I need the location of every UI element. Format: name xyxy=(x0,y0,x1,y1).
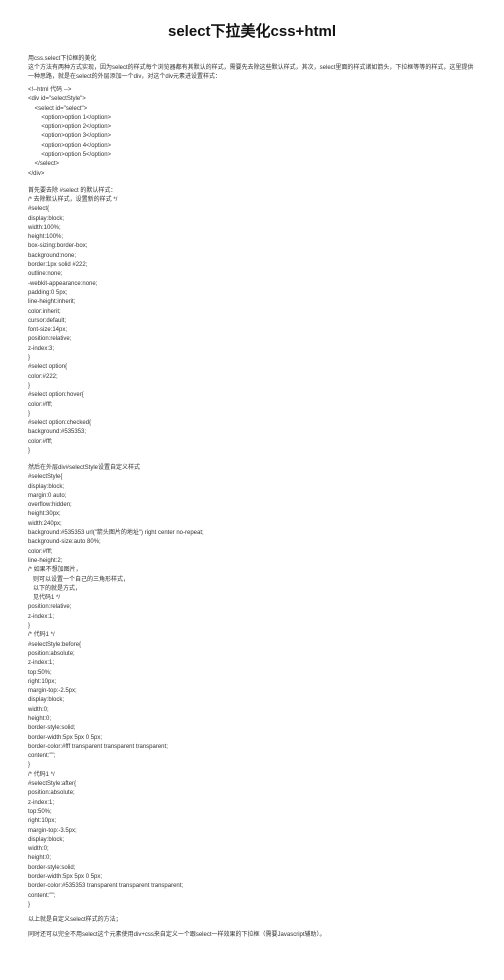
code-block-select-reset: /* 去除默认样式，设置新的样式 */ #select{ display:blo… xyxy=(28,196,476,456)
code-block-html: <!--html 代码 --> <div id="selectStyle"> <… xyxy=(28,86,476,179)
code-block-selectstyle: #selectStyle{ display:block; margin:0 au… xyxy=(28,473,476,910)
subheading-2: 首先要去除 #select 的默认样式： xyxy=(28,185,476,194)
page-title: select下拉美化css+html xyxy=(28,20,476,41)
closing-1: 以上就是自定义select样式的方法； xyxy=(28,916,476,925)
closing-2: 同时还可以完全不用select这个元素使用div+css来自定义一个跟selec… xyxy=(28,931,476,940)
subheading-3: 然后在外层div#selectStyle设置自定义样式 xyxy=(28,462,476,471)
subheading-1: 用css.select下拉框的美化 xyxy=(28,53,476,62)
intro-paragraph: 这个方法有两种方式实现，因为select的样式每个浏览器都有其默认的样式，需要先… xyxy=(28,64,476,82)
